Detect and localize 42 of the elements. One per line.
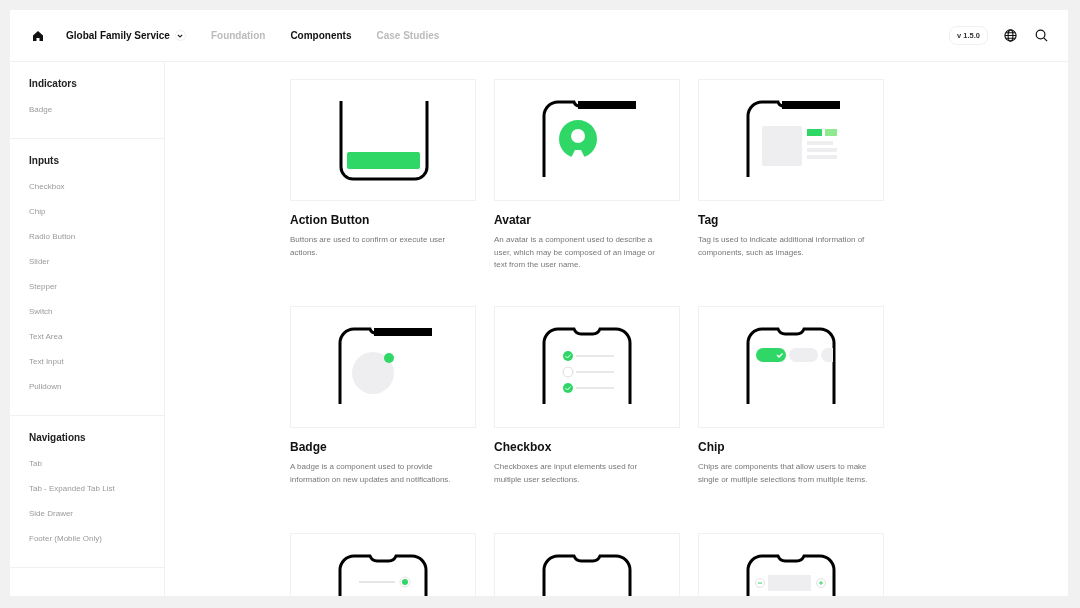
sidebar-item[interactable]: Switch — [29, 307, 164, 332]
sidebar-item[interactable]: Footer (Mobile Only) — [29, 534, 164, 543]
card-description: Buttons are used to confirm or execute user actions. — [290, 234, 447, 259]
nav-link[interactable]: Foundation — [210, 30, 266, 41]
card-description: An avatar is a component used to describe a user, which may be composed of an image or text from the user name. — [494, 234, 656, 271]
sidebar-item[interactable]: Tab - Expanded Tab List — [29, 484, 164, 509]
preview-card[interactable] — [494, 306, 680, 428]
card-description: Checkboxes are input elements used for multiple user selections. — [494, 461, 639, 486]
card-title[interactable]: Action Button — [290, 213, 370, 227]
sidebar-item[interactable]: Checkbox — [29, 182, 164, 207]
card-title[interactable]: Chip — [698, 440, 725, 454]
sidebar-item[interactable]: Side Drawer — [29, 509, 164, 534]
preview-card[interactable] — [290, 79, 476, 201]
preview-card[interactable] — [290, 306, 476, 428]
sidebar-item[interactable]: Pulldown — [29, 382, 164, 391]
card-description: A badge is a component used to provide information on new updates and notifications. — [290, 461, 452, 486]
search-icon[interactable] — [1035, 29, 1048, 42]
section-heading: Navigations — [29, 432, 87, 443]
card-title[interactable]: Avatar — [494, 213, 531, 227]
nav-link[interactable]: Case Studies — [376, 30, 440, 41]
brand-menu[interactable]: Global Family Service — [66, 30, 186, 41]
section-heading: Indicators — [29, 78, 78, 89]
sidebar-item[interactable]: Slider — [29, 257, 164, 282]
sidebar-item[interactable]: Badge — [29, 105, 164, 114]
preview-card[interactable] — [494, 79, 680, 201]
card-description: Tag is used to indicate additional information of components, such as images. — [698, 234, 866, 259]
card-title[interactable]: Badge — [290, 440, 327, 454]
card-title[interactable]: Checkbox — [494, 440, 552, 454]
sidebar-item[interactable]: Chip — [29, 207, 164, 232]
section-heading: Inputs — [29, 155, 60, 166]
card-title[interactable]: Tag — [698, 213, 719, 227]
nav-link[interactable]: Components — [290, 30, 352, 41]
sidebar-item[interactable]: Text Input — [29, 357, 164, 382]
sidebar-item[interactable]: Text Area — [29, 332, 164, 357]
preview-card[interactable] — [698, 79, 884, 201]
sidebar-item[interactable]: Radio Button — [29, 232, 164, 257]
sidebar-item[interactable]: Stepper — [29, 282, 164, 307]
sidebar-item[interactable]: Tab — [29, 459, 164, 484]
globe-icon[interactable] — [1004, 29, 1017, 42]
preview-card[interactable] — [698, 306, 884, 428]
home-icon[interactable] — [32, 29, 44, 42]
card-description: Chips are components that allow users to make single or multiple selections from multiple items. — [698, 461, 868, 486]
